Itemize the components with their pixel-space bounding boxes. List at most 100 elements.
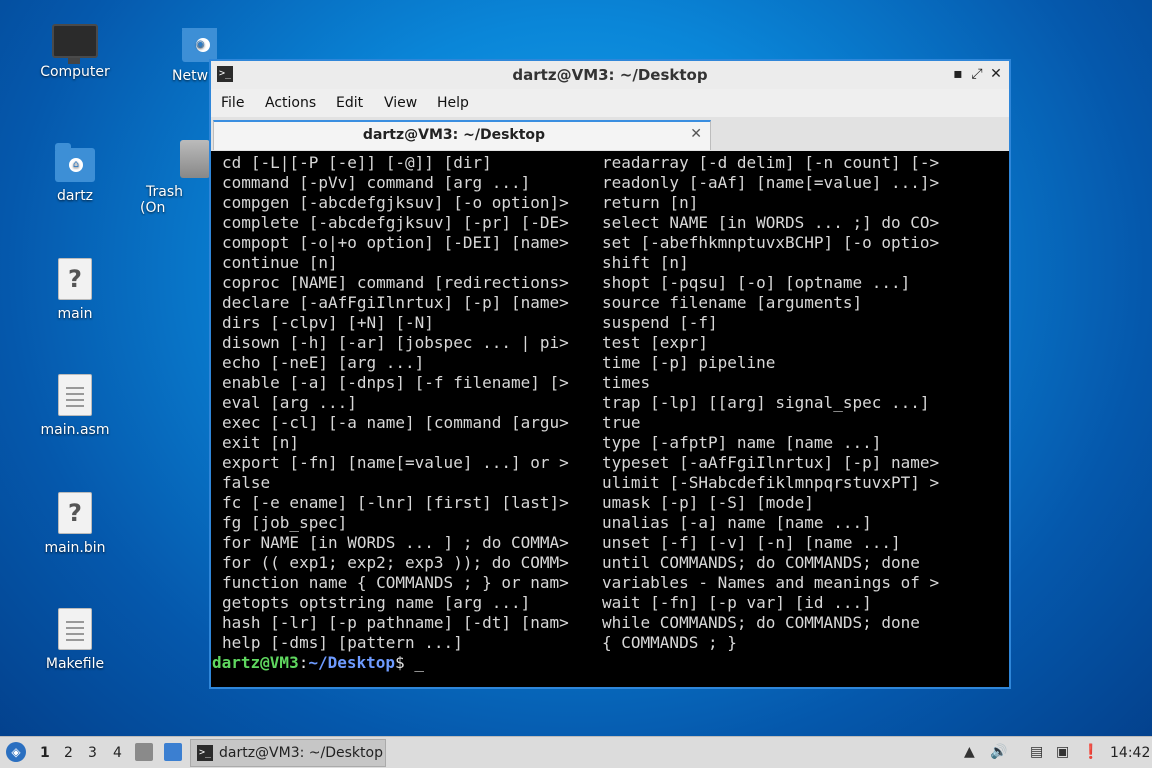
terminal-line: wait [-fn] [-p var] [id ...] (602, 593, 872, 612)
network-icon[interactable]: ▣ (1056, 744, 1069, 760)
notification-icon[interactable]: ❗ (1082, 744, 1099, 760)
workspace-2[interactable]: 2 (64, 745, 73, 761)
tab-bar: dartz@VM3: ~/Desktop ✕ (211, 117, 1009, 151)
menu-actions[interactable]: Actions (265, 95, 316, 111)
start-menu-icon[interactable]: ◈ (6, 742, 26, 762)
maximize-button[interactable]: ⤢ (968, 65, 986, 83)
terminal-right-column: readarray [-d delim] [-n count] [-> reado… (602, 153, 939, 653)
terminal-output[interactable]: cd [-L|[-P [-e]] [-@]] [dir] command [-pV… (211, 153, 1009, 687)
terminal-line: eval [arg ...] (222, 393, 357, 412)
text-file-icon (58, 374, 92, 416)
shell-prompt: dartz@VM3:~/Desktop$ _ (212, 653, 424, 673)
terminal-window[interactable]: >_ dartz@VM3: ~/Desktop ▪ ⤢ ✕ File Actio… (209, 59, 1011, 689)
terminal-line: readonly [-aAf] [name[=value] ...]> (602, 173, 940, 192)
desktop-icon-label: Trash (On (140, 184, 183, 216)
terminal-line: until COMMANDS; do COMMANDS; done (602, 553, 920, 572)
terminal-line: trap [-lp] [[arg] signal_spec ...] (602, 393, 930, 412)
terminal-line: readarray [-d delim] [-n count] [-> (602, 153, 940, 172)
prompt-user: dartz@VM3 (212, 653, 299, 672)
desktop-icon-label: main.bin (44, 540, 106, 556)
terminal-line: variables - Names and meanings of > (602, 573, 940, 592)
terminal-line: select NAME [in WORDS ... ;] do CO> (602, 213, 940, 232)
show-desktop-icon[interactable] (164, 743, 182, 761)
window-title: dartz@VM3: ~/Desktop (512, 66, 708, 84)
terminal-line: while COMMANDS; do COMMANDS; done (602, 613, 920, 632)
clock[interactable]: 14:42 (1110, 745, 1150, 761)
workspace-3[interactable]: 3 (88, 745, 97, 761)
tab-terminal[interactable]: dartz@VM3: ~/Desktop ✕ (213, 120, 711, 150)
terminal-line: complete [-abcdefgjksuv] [-pr] [-DE> (222, 213, 569, 232)
menu-help[interactable]: Help (437, 95, 469, 111)
volume-icon[interactable]: 🔊 (990, 744, 1007, 760)
desktop-icon-label: Makefile (45, 656, 105, 672)
terminal-line: hash [-lr] [-p pathname] [-dt] [nam> (222, 613, 569, 632)
terminal-line: unset [-f] [-v] [-n] [name ...] (602, 533, 901, 552)
minimize-button[interactable]: ▪ (949, 65, 967, 83)
desktop-icon-main[interactable]: ? main (20, 258, 130, 322)
text-file-icon (58, 608, 92, 650)
terminal-line: test [expr] (602, 333, 708, 352)
desktop-icon-label: Netw (172, 68, 209, 84)
terminal-line: suspend [-f] (602, 313, 718, 332)
computer-icon (52, 24, 98, 64)
menu-file[interactable]: File (221, 95, 244, 111)
prompt-dollar: $ (395, 653, 415, 672)
tray-up-arrow-icon[interactable]: ▲ (964, 744, 975, 760)
desktop-icon-network[interactable]: ◉ Netw (147, 28, 217, 84)
menubar: File Actions Edit View Help (211, 89, 1009, 117)
terminal-line: exit [n] (222, 433, 300, 452)
desktop-icon-label: main (57, 306, 93, 322)
terminal-line: times (602, 373, 651, 392)
terminal-line: { COMMANDS ; } (602, 633, 737, 652)
desktop-icon-label: main.asm (40, 422, 110, 438)
terminal-line: coproc [NAME] command [redirections> (222, 273, 569, 292)
terminal-icon: >_ (197, 745, 213, 761)
prompt-separator: : (298, 653, 309, 672)
prompt-path: ~/Desktop (308, 653, 396, 672)
file-manager-icon[interactable] (135, 743, 153, 761)
terminal-line: ulimit [-SHabcdefiklmnpqrstuvxPT] > (602, 473, 940, 492)
desktop-icon-dartz[interactable]: ⌂ dartz (20, 143, 130, 204)
clipboard-icon[interactable]: ▤ (1030, 744, 1043, 760)
close-button[interactable]: ✕ (987, 65, 1005, 83)
workspace-1[interactable]: 1 (40, 745, 50, 761)
terminal-line: false (222, 473, 271, 492)
desktop-icon-trash[interactable]: Trash (On (140, 140, 210, 216)
terminal-line: source filename [arguments] (602, 293, 863, 312)
window-titlebar[interactable]: >_ dartz@VM3: ~/Desktop ▪ ⤢ ✕ (211, 61, 1009, 89)
terminal-line: shopt [-pqsu] [-o] [optname ...] (602, 273, 911, 292)
terminal-line: type [-afptP] name [name ...] (602, 433, 882, 452)
home-folder-icon: ⌂ (55, 143, 95, 182)
terminal-line: typeset [-aAfFgiIlnrtux] [-p] name> (602, 453, 940, 472)
taskbar-task-label: dartz@VM3: ~/Desktop (219, 745, 383, 761)
workspace-4[interactable]: 4 (113, 745, 122, 761)
desktop-icon-label: Computer (40, 64, 110, 80)
terminal-line: exec [-cl] [-a name] [command [argu> (222, 413, 569, 432)
text-cursor: _ (414, 653, 424, 672)
desktop-icon-makefile[interactable]: Makefile (20, 608, 130, 672)
terminal-line: for NAME [in WORDS ... ] ; do COMMA> (222, 533, 569, 552)
terminal-line: getopts optstring name [arg ...] (222, 593, 531, 612)
terminal-line: function name { COMMANDS ; } or nam> (222, 573, 569, 592)
terminal-line: set [-abefhkmnptuvxBCHP] [-o optio> (602, 233, 940, 252)
terminal-line: continue [n] (222, 253, 338, 272)
taskbar-task-terminal[interactable]: >_ dartz@VM3: ~/Desktop (190, 739, 386, 767)
terminal-line: command [-pVv] command [arg ...] (222, 173, 531, 192)
terminal-line: cd [-L|[-P [-e]] [-@]] [dir] (222, 153, 492, 172)
terminal-line: fg [job_spec] (222, 513, 348, 532)
desktop-icon-main-asm[interactable]: main.asm (20, 374, 130, 438)
menu-view[interactable]: View (384, 95, 417, 111)
terminal-line: umask [-p] [-S] [mode] (602, 493, 814, 512)
menu-edit[interactable]: Edit (336, 95, 363, 111)
terminal-line: return [n] (602, 193, 699, 212)
desktop-icon-main-bin[interactable]: ? main.bin (20, 492, 130, 556)
terminal-line: true (602, 413, 641, 432)
tab-close-icon[interactable]: ✕ (690, 126, 702, 142)
terminal-line: enable [-a] [-dnps] [-f filename] [> (222, 373, 569, 392)
terminal-line: export [-fn] [name[=value] ...] or > (222, 453, 569, 472)
terminal-line: time [-p] pipeline (602, 353, 776, 372)
taskbar: ◈ 1 2 3 4 >_ dartz@VM3: ~/Desktop ▲ 🔊 ▤ … (0, 736, 1152, 768)
trash-icon (180, 140, 210, 178)
desktop-icon-computer[interactable]: Computer (20, 24, 130, 80)
terminal-line: disown [-h] [-ar] [jobspec ... | pi> (222, 333, 569, 352)
